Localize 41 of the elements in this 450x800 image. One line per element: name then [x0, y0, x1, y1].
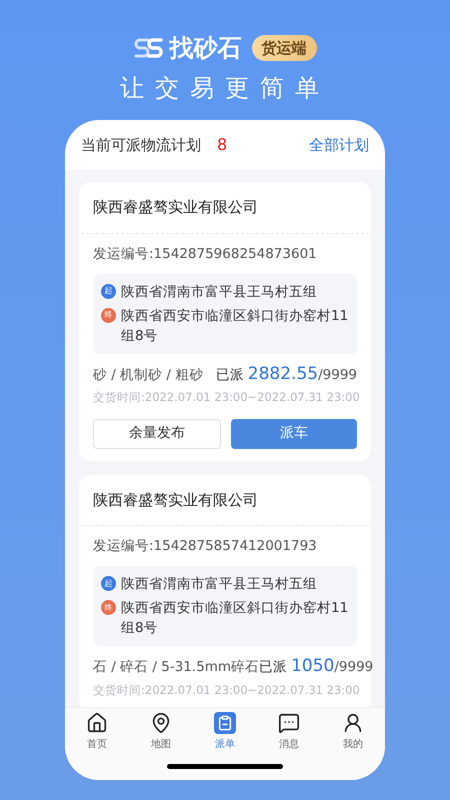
user-icon [342, 712, 364, 734]
tab-item[interactable]: 派单 [200, 712, 250, 752]
dispatched-label: 已派 [259, 658, 288, 678]
company-name: 陕西睿盛骜实业有限公司 [92, 197, 259, 218]
destination-tag: 终 [101, 600, 116, 616]
all-plans-link[interactable]: 全部计划 [309, 134, 369, 156]
home-icon [86, 712, 108, 734]
total-amount: /9999 [334, 658, 374, 678]
origin-address: 陕西省渭南市富平县王马村五组 [121, 282, 317, 302]
dispatched-amount: 2882.55 [248, 362, 318, 386]
slogan: 让交易更简单 [120, 73, 330, 104]
dispatched-amount: 1050 [291, 655, 334, 678]
origin-tag: 起 [101, 284, 116, 299]
plan-list-title: 当前可派物流计划 [81, 134, 201, 156]
goods-type: 砂 / 机制砂 / 粗砂 [93, 366, 204, 385]
goods-type: 石 / 碎石 / 5-31.5mm碎石 [93, 658, 260, 678]
shipment-number: 发运编号:1542875968254873601 [93, 244, 318, 264]
destination-address: 陕西省西安市临潼区斜口街办窑村11组8号 [121, 599, 349, 638]
clipboard-icon [214, 712, 236, 734]
delivery-time: 交货时间:2022.07.01 23:00~2022.07.31 23:00 [93, 389, 357, 406]
origin-address: 陕西省渭南市富平县王马村五组 [121, 575, 317, 594]
origin-tag: 起 [101, 576, 116, 592]
dispatch-button[interactable]: 派车 [231, 418, 357, 448]
message-icon [278, 712, 300, 734]
shipment-number: 发运编号:1542875857412001793 [93, 537, 318, 556]
tab-item[interactable]: 我的 [328, 712, 378, 752]
map-pin-icon [150, 712, 172, 734]
publish-button[interactable]: 余量发布 [93, 418, 221, 448]
dispatched-label: 已派 [216, 366, 244, 385]
destination-address: 陕西省西安市临潼区斜口街办窑村11组8号 [121, 306, 349, 346]
role-badge: 货运端 [252, 34, 316, 62]
brand-name: 找砂石 [170, 33, 242, 64]
tab-item[interactable]: 消息 [264, 712, 314, 752]
company-name: 陕西睿盛骜实业有限公司 [92, 490, 259, 510]
destination-tag: 终 [101, 308, 116, 323]
tab-item[interactable]: 地图 [136, 712, 186, 752]
logo-icon [134, 36, 164, 60]
delivery-time: 交货时间:2022.07.01 23:00~2022.07.31 23:00 [93, 682, 357, 699]
total-amount: /9999 [318, 366, 357, 385]
tab-item[interactable]: 首页 [72, 712, 122, 752]
plan-count: 8 [217, 134, 228, 156]
